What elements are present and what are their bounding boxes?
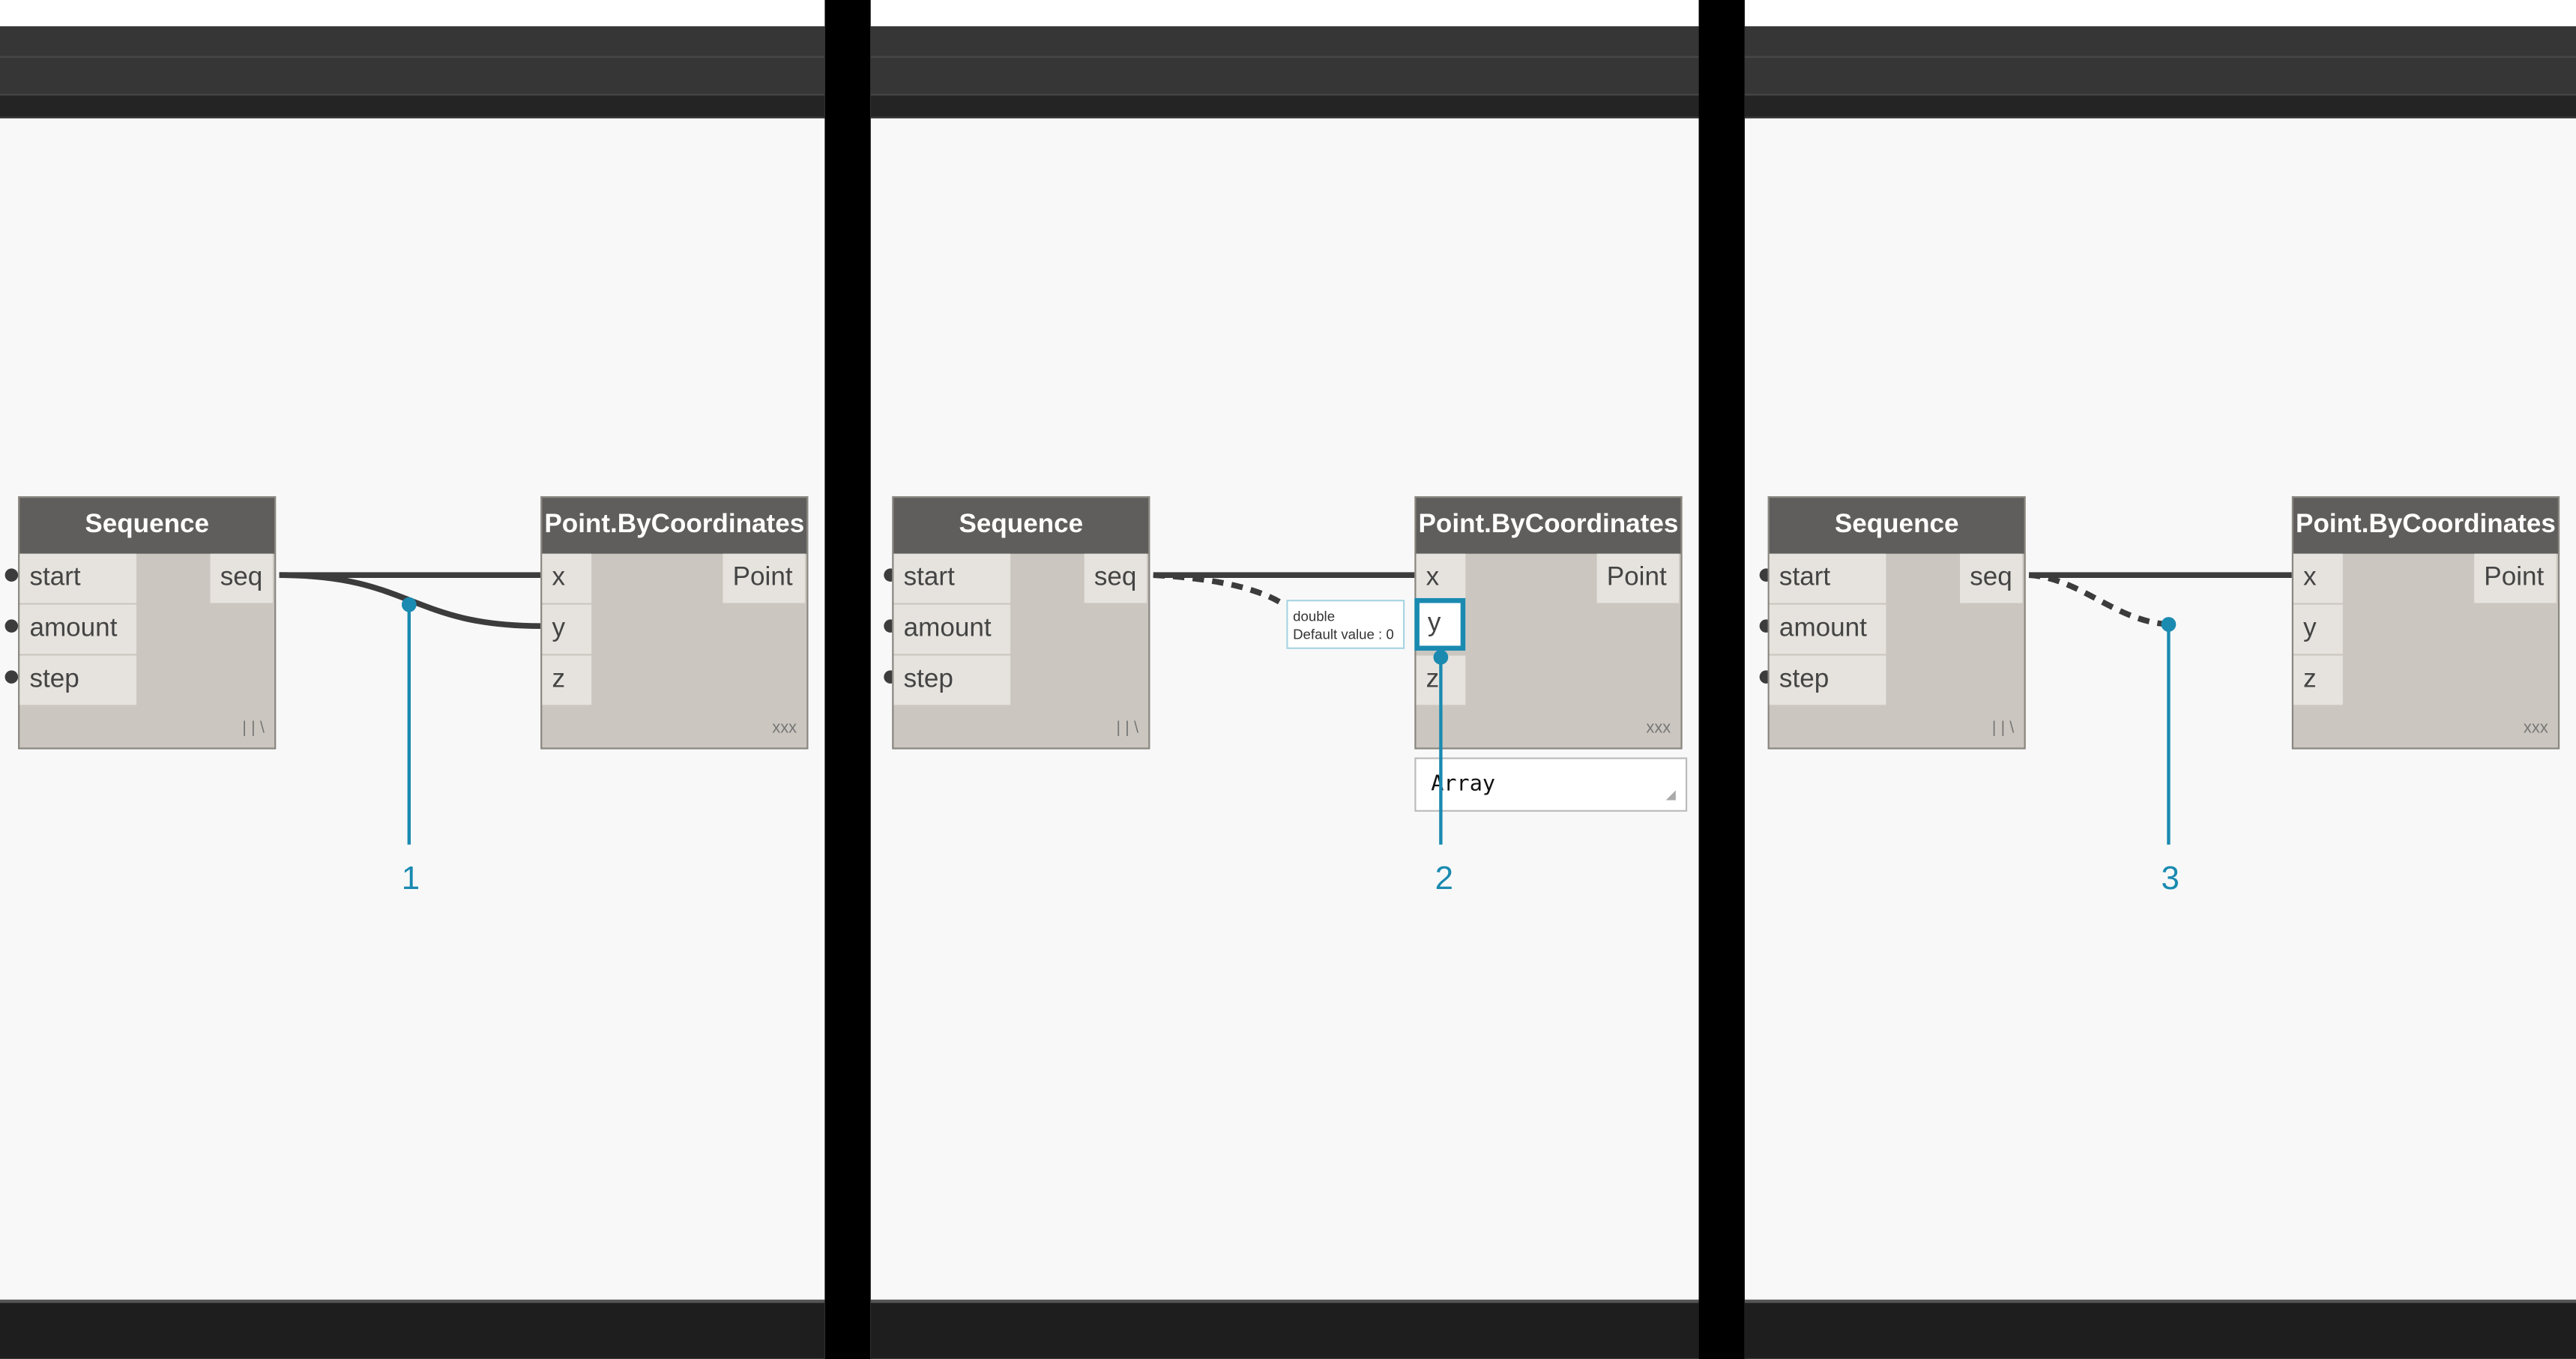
output-seq[interactable]: seq <box>1084 553 1147 603</box>
node-title: Sequence <box>19 498 275 554</box>
panel-3: Sequence start amount step seq | | \ Poi… <box>1744 0 2576 1359</box>
tab-bar <box>0 95 825 118</box>
toolbar <box>0 57 825 96</box>
tooltip-default: Default value : 0 <box>1293 626 1394 643</box>
input-z[interactable]: z <box>2293 655 2343 705</box>
input-start[interactable]: start <box>1769 553 1886 603</box>
port-dot <box>4 670 19 684</box>
menu-bar <box>0 26 825 58</box>
preview-value: Array <box>1431 772 1496 798</box>
port-tooltip: double Default value : 0 <box>1286 600 1405 649</box>
input-step[interactable]: step <box>19 655 136 705</box>
toolbar <box>1744 57 2576 96</box>
port-dot <box>4 619 19 633</box>
wire-seq-y <box>279 572 541 629</box>
input-y-highlighted[interactable]: y <box>1414 597 1466 651</box>
input-y[interactable]: y <box>2293 604 2343 654</box>
screenshot-stage: Sequence start amount step seq | | \ Poi… <box>0 0 2576 1359</box>
input-amount[interactable]: amount <box>893 604 1011 654</box>
lacing-indicator: | | \ <box>242 720 265 738</box>
node-title: Point.ByCoordinates <box>542 498 807 554</box>
wire-dragging <box>2028 572 2169 627</box>
callout-dot <box>2161 617 2177 632</box>
output-point[interactable]: Point <box>2474 553 2557 603</box>
wire-dragging <box>1153 572 1283 606</box>
output-point[interactable]: Point <box>723 553 806 603</box>
toolbar <box>870 57 1699 96</box>
callout-label: 2 <box>1435 861 1453 897</box>
sequence-node[interactable]: Sequence start amount step seq | | \ <box>892 495 1150 750</box>
point-bycoordinates-node[interactable]: Point.ByCoordinates x y z Point xxx <box>2291 495 2560 750</box>
node-title: Sequence <box>893 498 1149 554</box>
lacing-indicator: xxx <box>1646 720 1671 738</box>
callout-dot <box>401 597 417 612</box>
input-start[interactable]: start <box>19 553 136 603</box>
status-bar <box>1744 1299 2576 1359</box>
preview-bubble[interactable]: Array <box>1414 757 1688 812</box>
sequence-node[interactable]: Sequence start amount step seq | | \ <box>18 495 277 750</box>
lacing-indicator: | | \ <box>1991 720 2015 738</box>
input-z[interactable]: z <box>542 655 592 705</box>
node-title: Sequence <box>1769 498 2024 554</box>
input-amount[interactable]: amount <box>19 604 136 654</box>
callout-label: 3 <box>2161 861 2180 897</box>
resize-grip-icon[interactable] <box>1665 790 1676 801</box>
output-point[interactable]: Point <box>1596 553 1680 603</box>
menu-bar <box>1744 26 2576 58</box>
tooltip-type: double <box>1293 608 1336 624</box>
node-title: Point.ByCoordinates <box>2293 498 2558 554</box>
input-x[interactable]: x <box>2293 553 2343 603</box>
input-step[interactable]: step <box>1769 655 1886 705</box>
tab-bar <box>870 95 1699 118</box>
panel-2: Sequence start amount step seq | | \ Poi… <box>870 0 1699 1359</box>
tab-bar <box>1744 95 2576 118</box>
point-bycoordinates-node[interactable]: Point.ByCoordinates x y z Point xxx <box>540 495 809 750</box>
input-amount[interactable]: amount <box>1769 604 1886 654</box>
top-margin <box>1744 0 2576 27</box>
sequence-node[interactable]: Sequence start amount step seq | | \ <box>1767 495 2026 750</box>
port-dot <box>4 568 19 582</box>
input-y[interactable]: y <box>542 604 592 654</box>
input-start[interactable]: start <box>893 553 1011 603</box>
menu-bar <box>870 26 1699 58</box>
node-title: Point.ByCoordinates <box>1416 498 1681 554</box>
top-margin <box>870 0 1699 27</box>
lacing-indicator: | | \ <box>1116 720 1139 738</box>
input-z[interactable]: z <box>1416 655 1466 705</box>
input-step[interactable]: step <box>893 655 1011 705</box>
status-bar <box>0 1299 825 1359</box>
lacing-indicator: xxx <box>2523 720 2548 738</box>
top-margin <box>0 0 825 27</box>
status-bar <box>870 1299 1699 1359</box>
output-seq[interactable]: seq <box>1960 553 2023 603</box>
input-x[interactable]: x <box>542 553 592 603</box>
input-x[interactable]: x <box>1416 553 1466 603</box>
lacing-indicator: xxx <box>772 720 797 738</box>
panel-1: Sequence start amount step seq | | \ Poi… <box>0 0 825 1359</box>
callout-label: 1 <box>401 861 420 897</box>
output-seq[interactable]: seq <box>210 553 273 603</box>
